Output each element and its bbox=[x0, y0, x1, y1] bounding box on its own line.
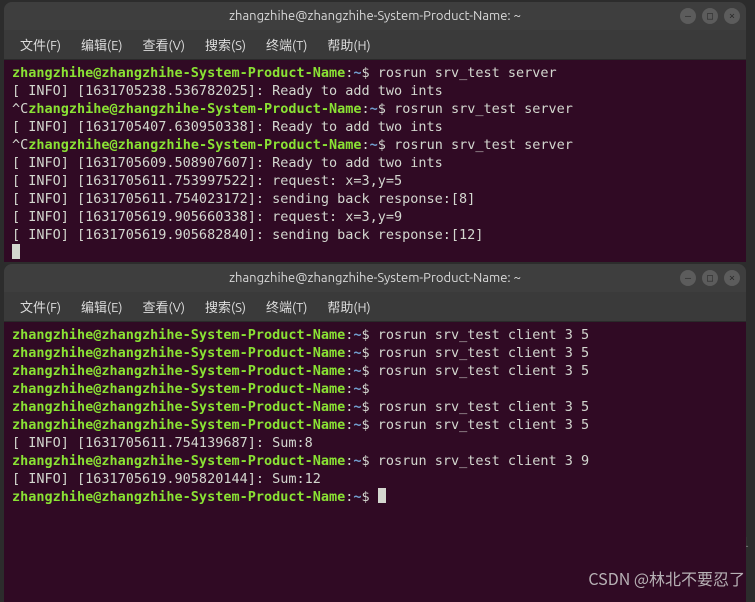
menubar: 文件(F) 编辑(E) 查看(V) 搜索(S) 终端(T) 帮助(H) bbox=[4, 30, 746, 60]
menu-search[interactable]: 搜索(S) bbox=[197, 31, 254, 58]
menu-view[interactable]: 查看(V) bbox=[135, 293, 193, 320]
terminal-window-client: zhangzhihe@zhangzhihe-System-Product-Nam… bbox=[4, 264, 746, 602]
terminal-body-server[interactable]: zhangzhihe@zhangzhihe-System-Product-Nam… bbox=[4, 60, 746, 262]
terminal-body-client[interactable]: zhangzhihe@zhangzhihe-System-Product-Nam… bbox=[4, 322, 746, 602]
titlebar[interactable]: zhangzhihe@zhangzhihe-System-Product-Nam… bbox=[4, 264, 746, 292]
titlebar[interactable]: zhangzhihe@zhangzhihe-System-Product-Nam… bbox=[4, 2, 746, 30]
menu-search[interactable]: 搜索(S) bbox=[197, 293, 254, 320]
menu-edit[interactable]: 编辑(E) bbox=[73, 293, 130, 320]
minimize-icon[interactable]: – bbox=[680, 8, 696, 24]
window-controls: – □ × bbox=[680, 270, 740, 286]
menubar: 文件(F) 编辑(E) 查看(V) 搜索(S) 终端(T) 帮助(H) bbox=[4, 292, 746, 322]
menu-terminal[interactable]: 终端(T) bbox=[258, 31, 315, 58]
maximize-icon[interactable]: □ bbox=[702, 270, 718, 286]
terminal-window-server: zhangzhihe@zhangzhihe-System-Product-Nam… bbox=[4, 2, 746, 262]
close-icon[interactable]: × bbox=[724, 8, 740, 24]
menu-help[interactable]: 帮助(H) bbox=[319, 293, 378, 320]
maximize-icon[interactable]: □ bbox=[702, 8, 718, 24]
close-icon[interactable]: × bbox=[724, 270, 740, 286]
window-controls: – □ × bbox=[680, 8, 740, 24]
menu-view[interactable]: 查看(V) bbox=[135, 31, 193, 58]
menu-help[interactable]: 帮助(H) bbox=[319, 31, 378, 58]
menu-file[interactable]: 文件(F) bbox=[12, 31, 69, 58]
menu-file[interactable]: 文件(F) bbox=[12, 293, 69, 320]
menu-edit[interactable]: 编辑(E) bbox=[73, 31, 130, 58]
window-title: zhangzhihe@zhangzhihe-System-Product-Nam… bbox=[4, 9, 746, 23]
window-title: zhangzhihe@zhangzhihe-System-Product-Nam… bbox=[4, 271, 746, 285]
minimize-icon[interactable]: – bbox=[680, 270, 696, 286]
watermark: CSDN @林北不要忍了 bbox=[588, 566, 745, 590]
menu-terminal[interactable]: 终端(T) bbox=[258, 293, 315, 320]
